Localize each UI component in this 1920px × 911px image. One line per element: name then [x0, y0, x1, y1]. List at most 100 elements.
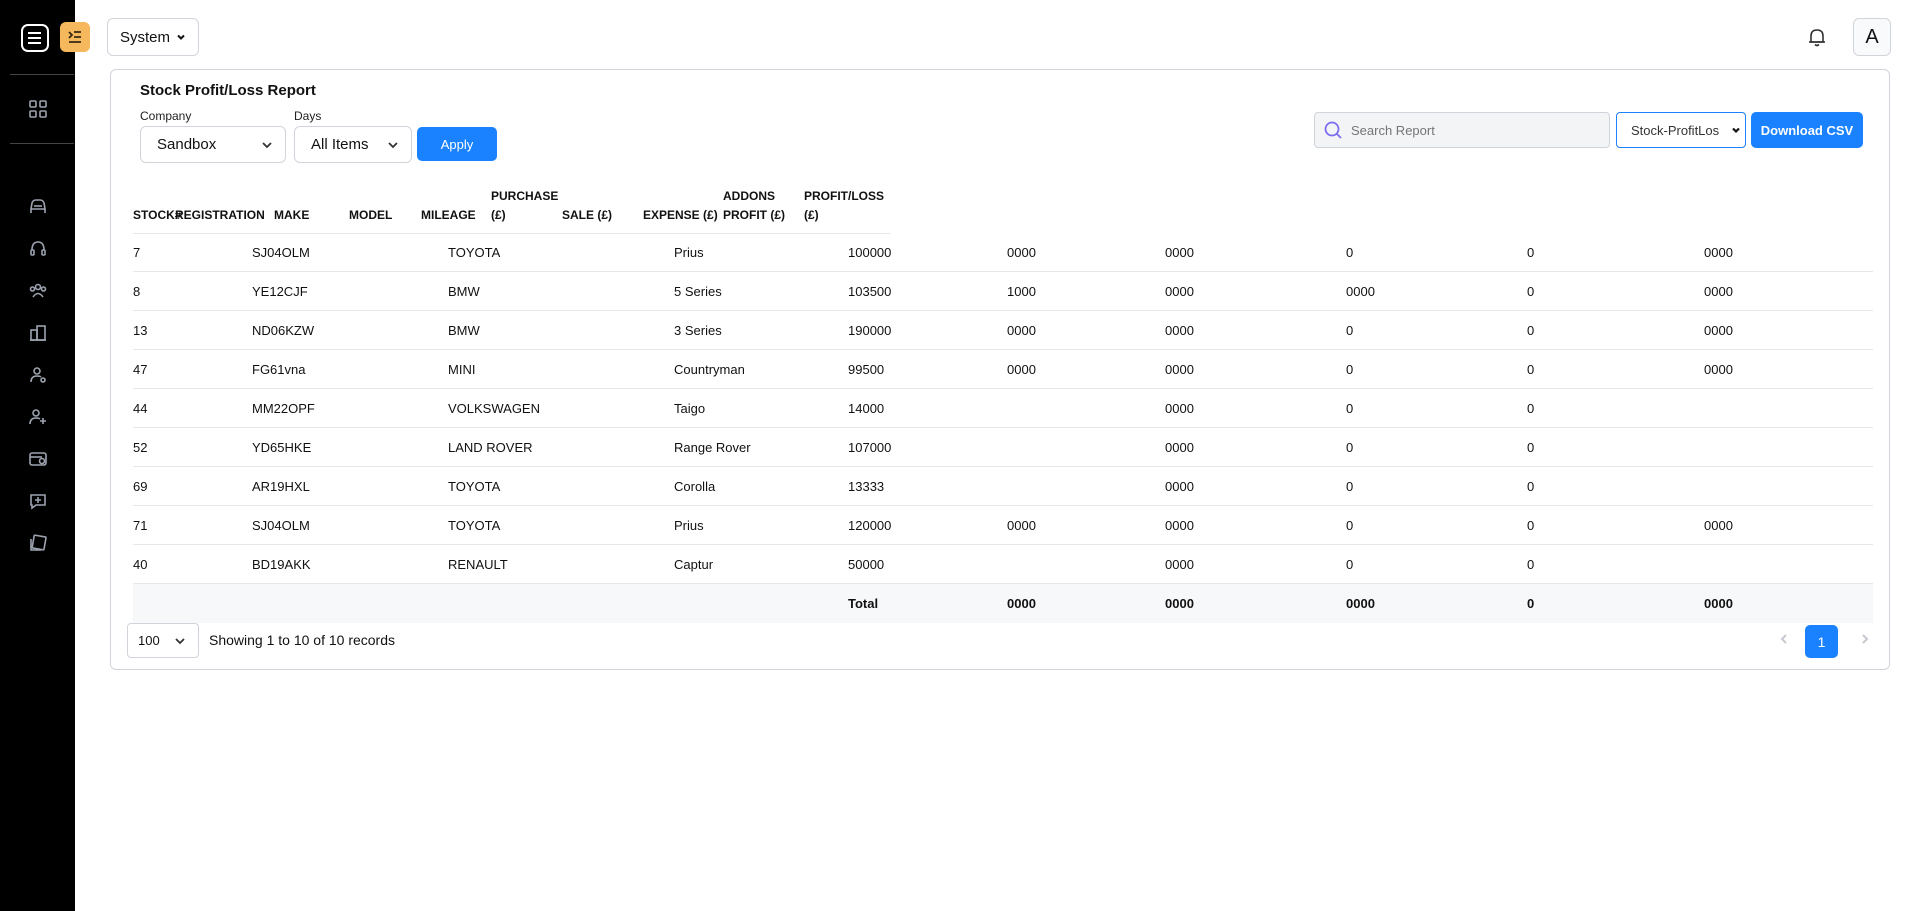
make-cell: MINI	[448, 362, 476, 377]
table-row: 52 YD65HKE LAND ROVER Range Rover 107000 0000…	[133, 428, 1873, 467]
purchase-cell: 0000	[1007, 245, 1036, 260]
addons-profit-cell: 0	[1527, 596, 1535, 611]
table-row: 47 FG61vna MINI Countryman 99500 0000 0000 0 0 00…	[133, 350, 1873, 389]
stock-cell: 13	[133, 323, 148, 338]
addons-profit-cell: 0	[1527, 479, 1535, 494]
team-icon[interactable]	[27, 280, 49, 302]
chevron-right-icon	[1862, 634, 1869, 644]
sale-cell: 0000	[1165, 440, 1194, 455]
prev-page-button[interactable]	[1778, 632, 1792, 646]
registration-cell: MM22OPF	[252, 401, 315, 416]
sale-cell: 0000	[1165, 323, 1194, 338]
wallet-icon[interactable]	[27, 448, 49, 470]
stock-cell: 52	[133, 440, 148, 455]
column-header[interactable]: MAKE	[274, 187, 309, 225]
table-row: 69 AR19HXL TOYOTA Corolla 13333 0000 0 0	[133, 467, 1873, 506]
app-logo-icon[interactable]	[21, 24, 49, 52]
registration-cell: YE12CJF	[252, 284, 308, 299]
table-row: 8 YE12CJF BMW 5 Series 103500 1000 0000 0000 0 00…	[133, 272, 1873, 311]
sale-cell: 0000	[1165, 518, 1194, 533]
chevron-down-icon	[388, 141, 398, 148]
next-page-button[interactable]	[1859, 632, 1873, 646]
model-cell: Prius	[674, 245, 704, 260]
company-select[interactable]: Sandbox	[140, 126, 286, 163]
column-header[interactable]: REGISTRATION	[175, 187, 265, 225]
chevron-down-icon	[177, 34, 185, 40]
table-row: 40 BD19AKK RENAULT Captur 50000 0000 0 0	[133, 545, 1873, 584]
user-avatar[interactable]: A	[1853, 18, 1891, 56]
registration-cell: AR19HXL	[252, 479, 310, 494]
column-header[interactable]: ADDONS PROFIT (£)	[723, 187, 785, 225]
sale-cell: 0000	[1165, 479, 1194, 494]
notes-icon[interactable]	[27, 532, 49, 554]
registration-cell: BD19AKK	[252, 557, 311, 572]
expense-cell: 0	[1346, 362, 1354, 377]
mileage-cell: 120000	[848, 518, 892, 533]
addons-profit-cell: 0	[1527, 440, 1535, 455]
chevron-down-icon	[1732, 127, 1740, 134]
apply-button[interactable]: Apply	[417, 127, 497, 161]
vehicle-icon[interactable]	[27, 196, 49, 218]
stock-cell: 69	[133, 479, 148, 494]
purchase-cell: 0000	[1007, 362, 1036, 377]
model-cell: Captur	[674, 557, 714, 572]
company-value: Sandbox	[157, 136, 217, 153]
sale-cell: 0000	[1165, 284, 1194, 299]
registration-cell: SJ04OLM	[252, 518, 310, 533]
table-row: 71 SJ04OLM TOYOTA Prius 120000 0000 0000 0 0 0000	[133, 506, 1873, 545]
page-1-button[interactable]: 1	[1805, 625, 1838, 658]
notification-bell-icon[interactable]	[1806, 26, 1828, 48]
add-user-icon[interactable]	[27, 406, 49, 428]
dashboard-grid-icon[interactable]	[27, 98, 49, 120]
chevron-down-icon	[175, 637, 185, 644]
registration-cell: FG61vna	[252, 362, 306, 377]
registration-cell: SJ04OLM	[252, 245, 310, 260]
per-page-value: 100	[138, 633, 160, 648]
user-settings-icon[interactable]	[27, 364, 49, 386]
expense-cell: 0	[1346, 518, 1354, 533]
model-cell: 5 Series	[674, 284, 722, 299]
profit-loss-cell: 0000	[1704, 284, 1733, 299]
mileage-cell: 14000	[848, 401, 885, 416]
profit-loss-cell: 0000	[1704, 362, 1733, 377]
column-header[interactable]: SALE (£)	[562, 187, 612, 225]
mileage-cell: 50000	[848, 557, 885, 572]
expense-cell: 0000	[1346, 596, 1375, 611]
search-box[interactable]	[1314, 112, 1610, 148]
mileage-cell: 107000	[848, 440, 892, 455]
expense-cell: 0	[1346, 557, 1354, 572]
table-row: 44 MM22OPF VOLKSWAGEN Taigo 14000 0000 0 0	[133, 389, 1873, 428]
days-select[interactable]: All Items	[294, 126, 412, 163]
system-label: System	[119, 28, 170, 46]
make-cell: BMW	[448, 323, 480, 338]
support-headset-icon[interactable]	[27, 238, 49, 260]
make-cell: TOYOTA	[448, 518, 501, 533]
model-cell: 3 Series	[674, 323, 722, 338]
column-header[interactable]: EXPENSE (£)	[643, 187, 718, 225]
sale-cell: 0000	[1165, 557, 1194, 572]
make-cell: BMW	[448, 284, 480, 299]
addons-profit-cell: 0	[1527, 518, 1535, 533]
column-header[interactable]: MODEL	[349, 187, 392, 225]
buildings-icon[interactable]	[27, 322, 49, 344]
sale-cell: 0000	[1165, 596, 1194, 611]
sidebar-divider	[10, 143, 74, 144]
chevron-down-icon	[262, 141, 272, 148]
report-type-select[interactable]: Stock-ProfitLos	[1616, 112, 1746, 148]
per-page-select[interactable]: 100	[127, 623, 199, 658]
system-dropdown[interactable]: System	[107, 18, 199, 56]
table-row: 7 SJ04OLM TOYOTA Prius 100000 0000 0000 0 0 0000	[133, 233, 1873, 272]
profit-loss-cell: 0000	[1704, 596, 1733, 611]
purchase-cell: 0000	[1007, 596, 1036, 611]
sidebar-toggle-button[interactable]	[60, 22, 90, 52]
search-input[interactable]	[1351, 122, 1591, 138]
column-header[interactable]: PURCHASE (£)	[491, 187, 558, 225]
company-label: Company	[140, 109, 192, 123]
report-type-value: Stock-ProfitLos	[1631, 122, 1720, 138]
column-header[interactable]: PROFIT/LOSS (£)	[804, 187, 884, 225]
addons-profit-cell: 0	[1527, 557, 1535, 572]
download-csv-button[interactable]: Download CSV	[1751, 112, 1863, 148]
column-header[interactable]: MILEAGE	[421, 187, 476, 225]
chat-add-icon[interactable]	[27, 490, 49, 512]
sale-cell: 0000	[1165, 362, 1194, 377]
